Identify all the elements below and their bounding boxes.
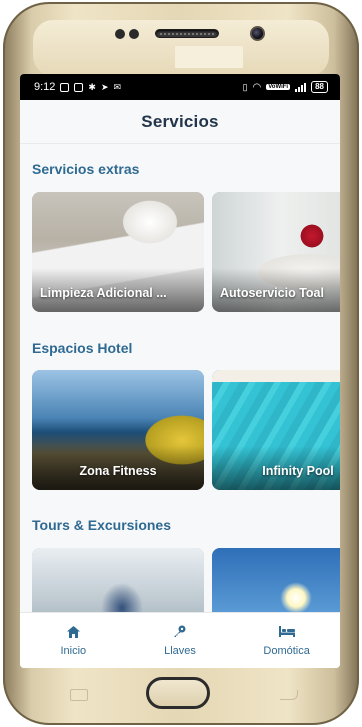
page-title: Servicios <box>141 111 219 131</box>
nav-label-domotica: Domótica <box>263 644 310 657</box>
indoor-skydiving-photo <box>32 548 204 612</box>
nav-label-llaves: Llaves <box>164 644 196 657</box>
front-camera-icon <box>250 26 265 41</box>
notification-app-icon <box>74 82 84 92</box>
section-title-espacios-hotel: Espacios Hotel <box>32 340 133 356</box>
bottom-navigation: Inicio Llaves Domótica <box>20 612 340 668</box>
home-button[interactable] <box>146 677 210 709</box>
card-label: Infinity Pool <box>262 464 334 478</box>
battery-icon: 88 <box>311 81 328 93</box>
tour-card-1[interactable] <box>32 548 204 612</box>
key-icon <box>173 625 186 639</box>
wifi-icon: ◠ <box>252 81 262 93</box>
nav-item-llaves[interactable]: Llaves <box>130 625 230 657</box>
notification-n-icon <box>60 82 70 92</box>
vibrate-icon: ▯ <box>242 81 248 92</box>
bezel-reflection <box>175 46 243 68</box>
screen: 9:12 ✱ ➤ ✉ ▯ ◠ VoWiFi 88 Servicios Servi… <box>20 74 340 668</box>
sensor-dots <box>115 29 141 39</box>
card-label: Zona Fitness <box>79 464 157 478</box>
nav-item-inicio[interactable]: Inicio <box>23 625 123 657</box>
card-label: Limpieza Adicional ... <box>40 286 167 300</box>
space-card-zona-fitness[interactable]: Zona Fitness <box>32 370 204 490</box>
sun-sky-photo <box>212 548 340 612</box>
app-header: Servicios <box>20 100 340 144</box>
space-card-infinity-pool[interactable]: Infinity Pool <box>212 370 340 490</box>
card-label: Autoservicio Toal <box>220 286 324 300</box>
service-card-autoservicio[interactable]: Autoservicio Toal <box>212 192 340 312</box>
bluetooth-icon: ✱ <box>88 81 96 92</box>
nav-item-domotica[interactable]: Domótica <box>237 625 337 657</box>
bed-icon <box>278 625 295 639</box>
services-scroll-area[interactable]: Servicios extras Limpieza Adicional ... … <box>20 144 340 612</box>
section-title-servicios-extras: Servicios extras <box>32 161 140 177</box>
signal-icon <box>295 82 307 92</box>
nav-label-inicio: Inicio <box>60 644 87 657</box>
vowifi-badge: VoWiFi <box>266 84 291 90</box>
mail-icon: ✉ <box>113 81 122 92</box>
back-key[interactable] <box>280 690 298 700</box>
location-arrow-icon: ➤ <box>100 81 109 92</box>
tour-card-2[interactable] <box>212 548 340 612</box>
section-title-tours: Tours & Excursiones <box>32 517 172 533</box>
status-time: 9:12 <box>34 81 56 93</box>
service-card-limpieza[interactable]: Limpieza Adicional ... <box>32 192 204 312</box>
home-icon <box>66 625 80 639</box>
earpiece-speaker <box>155 29 219 38</box>
status-bar: 9:12 ✱ ➤ ✉ ▯ ◠ VoWiFi 88 <box>20 74 340 100</box>
recent-apps-key[interactable] <box>70 689 88 701</box>
